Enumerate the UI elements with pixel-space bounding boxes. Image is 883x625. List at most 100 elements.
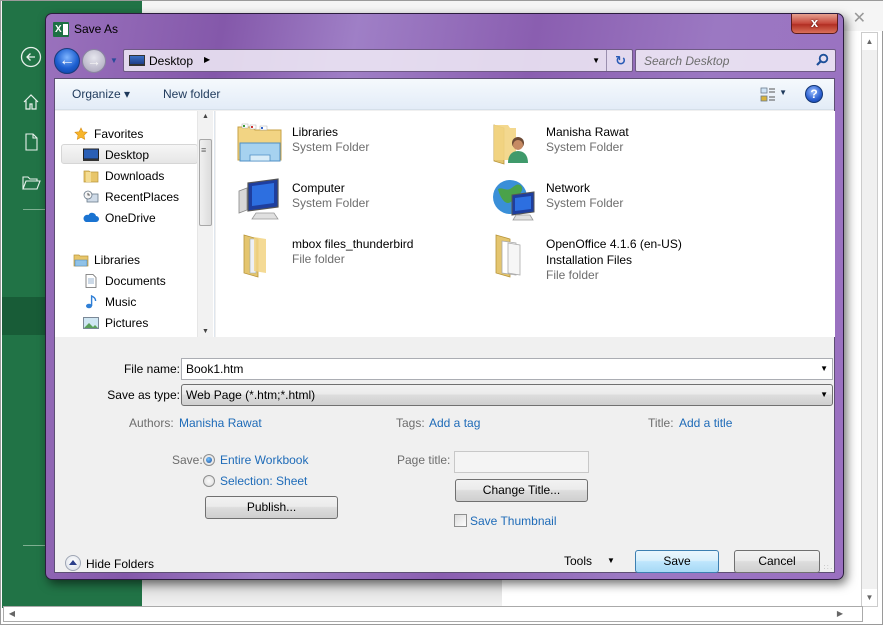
address-breadcrumb-desktop[interactable]: Desktop <box>149 54 193 68</box>
search-input[interactable]: Search Desktop <box>644 54 729 68</box>
new-document-icon[interactable] <box>20 131 42 153</box>
file-name-dropdown-icon[interactable]: ▼ <box>820 364 828 373</box>
cancel-button[interactable]: Cancel <box>734 550 820 573</box>
save-as-type-dropdown-icon[interactable]: ▼ <box>820 390 828 399</box>
tools-menu-button[interactable]: Tools <box>564 554 592 568</box>
save-thumbnail-checkbox[interactable] <box>454 514 467 527</box>
entire-workbook-radio[interactable] <box>203 454 215 466</box>
file-name-line2: Installation Files <box>546 253 633 267</box>
libraries-icon <box>73 254 89 267</box>
tools-dropdown-icon[interactable]: ▼ <box>607 556 615 565</box>
nav-item-music[interactable]: Music <box>55 292 197 312</box>
file-item-openoffice-installation-files[interactable]: OpenOffice 4.1.6 (en-US) Installation Fi… <box>490 231 740 291</box>
scroll-right-arrow-icon[interactable]: ▶ <box>832 607 848 621</box>
nav-item-recentplaces[interactable]: RecentPlaces <box>55 187 197 207</box>
forward-button[interactable]: → <box>82 49 106 73</box>
save-as-type-value: Web Page (*.htm;*.html) <box>186 388 316 402</box>
nav-item-downloads[interactable]: Downloads <box>55 166 197 186</box>
nav-item-label: Documents <box>105 274 166 288</box>
scrollbar-grip-icon: ≡ <box>201 145 207 155</box>
breadcrumb-chevron-icon[interactable]: ▶ <box>204 55 210 64</box>
file-item-libraries[interactable]: Libraries System Folder <box>236 119 486 173</box>
scroll-down-arrow-icon[interactable]: ▼ <box>198 328 213 335</box>
pane-splitter[interactable] <box>214 111 215 337</box>
authors-link[interactable]: Manisha Rawat <box>179 416 262 430</box>
file-name-input[interactable]: Book1.htm ▼ <box>181 358 833 380</box>
search-box[interactable]: Search Desktop <box>635 49 836 72</box>
nav-item-label: Music <box>105 295 137 309</box>
file-name: Libraries <box>292 125 339 139</box>
back-button[interactable]: ← <box>54 48 80 74</box>
nav-item-libraries[interactable]: Libraries <box>55 250 197 270</box>
file-list: Libraries System Folder Manisha Rawat Sy… <box>216 111 835 337</box>
refresh-icon[interactable]: ↻ <box>615 53 626 69</box>
picture-icon <box>83 317 99 329</box>
cloud-icon <box>83 212 99 222</box>
excel-close-button[interactable]: ✕ <box>853 8 866 28</box>
publish-button[interactable]: Publish... <box>205 496 338 519</box>
add-tag-link[interactable]: Add a tag <box>429 416 480 430</box>
hide-folders-button[interactable]: Hide Folders <box>86 557 154 571</box>
file-name: mbox files_thunderbird <box>292 237 414 251</box>
file-item-network[interactable]: Network System Folder <box>490 175 740 229</box>
organize-menu-button[interactable]: Organize ▾ <box>72 87 130 101</box>
navigation-pane-scrollbar[interactable]: ▲ ≡ ▼ <box>197 111 213 337</box>
file-item-computer[interactable]: Computer System Folder <box>236 175 486 229</box>
folder-icon <box>243 234 266 278</box>
excel-horizontal-scrollbar[interactable]: ◀ ▶ <box>3 606 863 622</box>
backstage-shadow-area <box>142 579 502 608</box>
excel-vertical-scrollbar[interactable]: ▲ ▼ <box>861 32 878 607</box>
file-item-manisha-rawat[interactable]: Manisha Rawat System Folder <box>490 119 740 173</box>
resize-grip-icon[interactable]: . .. . . <box>824 562 832 571</box>
computer-icon <box>238 178 279 220</box>
save-as-dialog: X Save As x ← → ▼ Desktop ▶ ▼ ↻ Search D… <box>45 13 844 580</box>
save-button[interactable]: Save <box>635 550 719 573</box>
save-thumbnail-label[interactable]: Save Thumbnail <box>470 514 557 528</box>
change-title-button[interactable]: Change Title... <box>455 479 588 502</box>
recent-locations-dropdown-icon[interactable]: ▼ <box>110 56 118 65</box>
address-bar[interactable]: Desktop ▶ ▼ ↻ <box>123 49 633 72</box>
scroll-left-arrow-icon[interactable]: ◀ <box>4 607 20 621</box>
scroll-up-arrow-icon[interactable]: ▲ <box>198 113 213 120</box>
selection-sheet-label[interactable]: Selection: Sheet <box>220 474 307 488</box>
search-icon[interactable] <box>815 53 829 67</box>
hide-folders-icon[interactable] <box>65 555 81 571</box>
entire-workbook-label[interactable]: Entire Workbook <box>220 453 308 467</box>
add-title-link[interactable]: Add a title <box>679 416 732 430</box>
file-name: OpenOffice 4.1.6 (en-US) Installation Fi… <box>546 236 682 268</box>
selection-sheet-radio[interactable] <box>203 475 215 487</box>
nav-item-favorites[interactable]: Favorites <box>55 124 197 144</box>
nav-item-desktop[interactable]: Desktop <box>61 144 198 164</box>
nav-item-onedrive[interactable]: OneDrive <box>55 208 197 228</box>
page-title-input[interactable] <box>454 451 589 473</box>
folder-icon <box>495 234 521 278</box>
back-arrow-icon[interactable] <box>20 46 42 68</box>
view-options-icon[interactable] <box>760 87 776 103</box>
save-as-type-label: Save as type: <box>107 388 180 402</box>
scroll-up-arrow-icon[interactable]: ▲ <box>862 33 877 50</box>
scroll-down-arrow-icon[interactable]: ▼ <box>862 589 877 606</box>
nav-item-pictures[interactable]: Pictures <box>55 313 197 333</box>
nav-item-label: Libraries <box>94 253 141 267</box>
nav-item-label: RecentPlaces <box>105 190 180 204</box>
save-as-type-select[interactable]: Web Page (*.htm;*.html) ▼ <box>181 384 833 406</box>
folder-icon <box>83 170 99 183</box>
dialog-close-button[interactable]: x <box>791 14 838 34</box>
file-name: Manisha Rawat <box>546 125 629 139</box>
save-scope-label: Save: <box>172 453 203 467</box>
view-dropdown-icon[interactable]: ▼ <box>779 88 787 97</box>
address-history-dropdown-icon[interactable]: ▼ <box>592 56 600 65</box>
nav-item-label: Desktop <box>105 148 150 162</box>
new-folder-button[interactable]: New folder <box>163 87 220 101</box>
open-folder-icon[interactable] <box>20 171 42 193</box>
nav-item-label: Favorites <box>94 127 144 141</box>
file-item-mbox-files-thunderbird[interactable]: mbox files_thunderbird File folder <box>236 231 486 285</box>
dialog-title-bar[interactable]: X Save As x <box>46 14 843 44</box>
home-icon[interactable] <box>20 91 42 113</box>
nav-item-documents[interactable]: Documents <box>55 271 197 291</box>
file-type: System Folder <box>546 196 624 210</box>
help-button[interactable]: ? <box>805 85 823 103</box>
nav-item-label: Pictures <box>105 316 149 330</box>
file-name: Computer <box>292 181 345 195</box>
file-type: System Folder <box>546 140 624 154</box>
